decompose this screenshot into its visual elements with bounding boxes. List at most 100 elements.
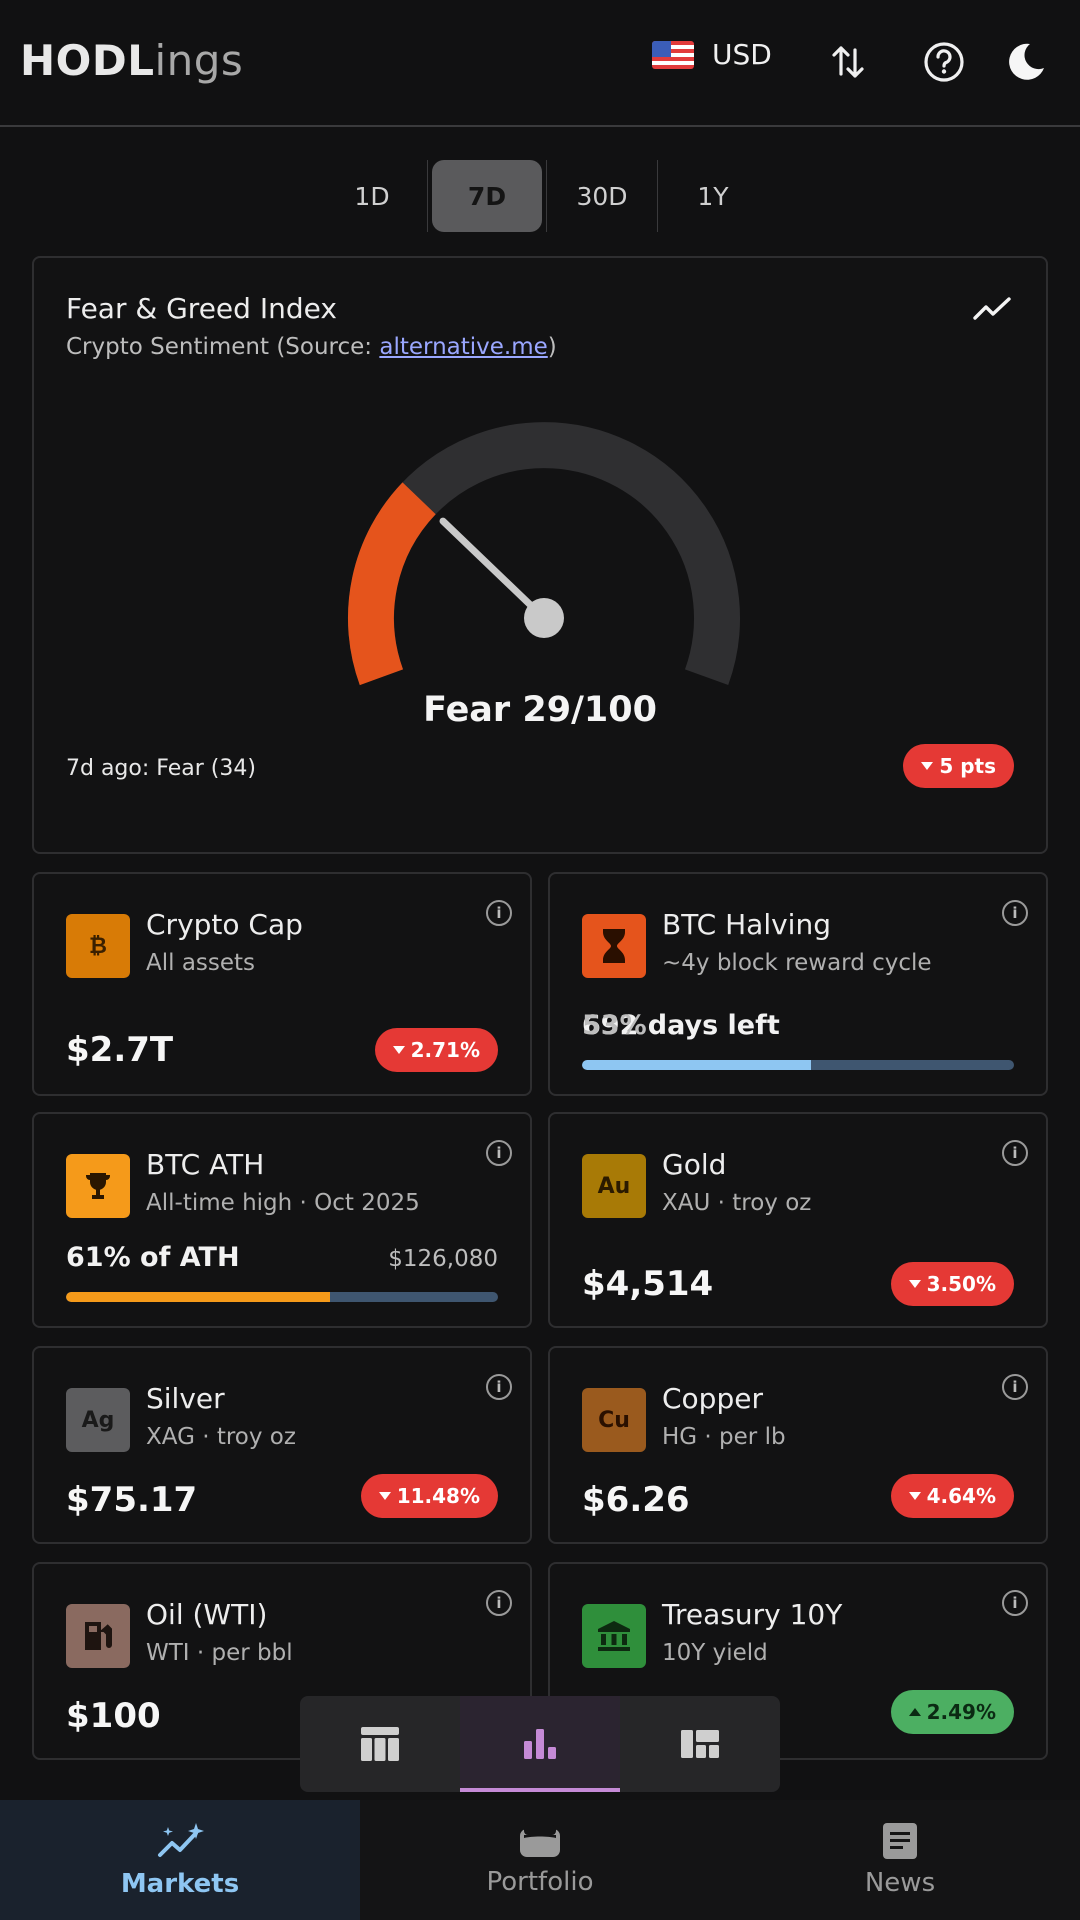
down-triangle-icon — [378, 1492, 391, 1500]
nav-label: Markets — [120, 1869, 240, 1899]
app-logo[interactable]: HODLings — [20, 36, 243, 85]
nav-label: Portfolio — [486, 1867, 594, 1897]
tile-title: Copper — [662, 1382, 763, 1415]
gold-card[interactable]: Au Gold XAU · troy oz i $4,514 3.50% — [548, 1112, 1048, 1328]
change-text: 5 pts — [939, 754, 996, 778]
info-icon[interactable]: i — [486, 900, 512, 926]
fear-greed-card: Fear & Greed Index Crypto Sentiment (Sou… — [32, 256, 1048, 854]
tile-subtitle: XAG · troy oz — [146, 1424, 296, 1450]
tile-title: BTC ATH — [146, 1148, 265, 1181]
nav-portfolio[interactable]: Portfolio — [360, 1800, 720, 1920]
change-text: 3.50% — [926, 1272, 996, 1296]
tile-subtitle: All-time high · Oct 2025 — [146, 1190, 420, 1216]
us-flag-icon — [652, 40, 694, 69]
tile-value: $6.26 — [582, 1480, 690, 1520]
time-range-tabs: 1D 7D 30D 1Y — [317, 160, 768, 232]
markets-sparkle-icon — [158, 1823, 204, 1857]
ath-progress-bar — [66, 1292, 498, 1302]
info-icon[interactable]: i — [486, 1374, 512, 1400]
dark-mode-moon-icon[interactable] — [1004, 40, 1048, 84]
table-view-button[interactable] — [300, 1696, 460, 1792]
chart-view-button[interactable] — [460, 1696, 620, 1792]
nav-news[interactable]: News — [720, 1800, 1080, 1920]
tile-subtitle: All assets — [146, 950, 256, 976]
silver-ag-icon: Ag — [66, 1388, 130, 1452]
fear-greed-value: Fear 29/100 — [423, 690, 657, 730]
logo-light: ings — [154, 36, 244, 85]
tile-subtitle: HG · per lb — [662, 1424, 786, 1450]
tab-30d[interactable]: 30D — [547, 160, 657, 232]
btc-ath-card[interactable]: BTC ATH All-time high · Oct 2025 i 61% o… — [32, 1112, 532, 1328]
nav-label: News — [864, 1868, 936, 1898]
info-icon[interactable]: i — [1002, 1590, 1028, 1616]
bar-chart-icon — [524, 1729, 556, 1759]
subtitle-suffix: ) — [547, 334, 557, 360]
tab-1d[interactable]: 1D — [317, 160, 427, 232]
silver-card[interactable]: Ag Silver XAG · troy oz i $75.17 11.48% — [32, 1346, 532, 1544]
tile-title: Gold — [662, 1148, 727, 1181]
tile-subtitle: XAU · troy oz — [662, 1190, 812, 1216]
tile-value: $4,514 — [582, 1264, 714, 1304]
tile-title: Oil (WTI) — [146, 1598, 268, 1631]
info-icon[interactable]: i — [1002, 900, 1028, 926]
down-triangle-icon — [392, 1046, 405, 1054]
change-badge: 4.64% — [890, 1474, 1014, 1518]
halving-percent: 53% — [582, 1010, 647, 1041]
nav-markets[interactable]: Markets — [0, 1800, 360, 1920]
btc-halving-card[interactable]: BTC Halving ~4y block reward cycle i 692… — [548, 872, 1048, 1096]
down-triangle-icon — [921, 762, 934, 770]
ath-price: $126,080 — [388, 1246, 498, 1272]
change-badge: 11.48% — [360, 1474, 498, 1518]
table-icon — [361, 1727, 399, 1761]
tile-subtitle: WTI · per bbl — [146, 1640, 293, 1666]
tab-7d[interactable]: 7D — [432, 160, 542, 232]
info-icon[interactable]: i — [1002, 1140, 1028, 1166]
sort-arrows-icon[interactable] — [826, 40, 870, 84]
change-text: 4.64% — [926, 1484, 996, 1508]
tile-title: BTC Halving — [662, 908, 831, 941]
news-article-icon — [883, 1823, 917, 1859]
halving-progress-fill — [582, 1060, 811, 1070]
gauge-fill — [348, 482, 437, 686]
app-header: HODLings USD — [0, 0, 1080, 127]
tile-title: Silver — [146, 1382, 225, 1415]
tile-subtitle: ~4y block reward cycle — [662, 950, 932, 976]
gold-au-icon: Au — [582, 1154, 646, 1218]
fuel-pump-icon — [66, 1604, 130, 1668]
change-text: 2.49% — [926, 1700, 996, 1724]
info-icon[interactable]: i — [486, 1590, 512, 1616]
down-triangle-icon — [908, 1492, 921, 1500]
trend-chart-icon[interactable] — [972, 294, 1012, 324]
change-text: 11.48% — [396, 1484, 480, 1508]
tile-value: $100 — [66, 1696, 161, 1736]
view-switcher — [300, 1696, 780, 1792]
source-link[interactable]: alternative.me — [379, 334, 547, 360]
gauge-needle — [439, 517, 548, 622]
info-icon[interactable]: i — [1002, 1374, 1028, 1400]
copper-cu-icon: Cu — [582, 1388, 646, 1452]
halving-progress-bar — [582, 1060, 1014, 1070]
logo-bold: HODL — [20, 36, 155, 85]
gauge-track — [348, 422, 740, 686]
currency-selector[interactable]: USD — [652, 38, 772, 71]
copper-card[interactable]: Cu Copper HG · per lb i $6.26 4.64% — [548, 1346, 1048, 1544]
help-icon[interactable] — [922, 40, 966, 84]
tile-subtitle: 10Y yield — [662, 1640, 768, 1666]
down-triangle-icon — [908, 1280, 921, 1288]
up-triangle-icon — [908, 1708, 921, 1716]
currency-label: USD — [712, 38, 772, 71]
hourglass-icon — [582, 914, 646, 978]
fear-greed-title: Fear & Greed Index — [66, 292, 337, 325]
fear-greed-previous: 7d ago: Fear (34) — [66, 756, 256, 781]
ath-progress-fill — [66, 1292, 330, 1302]
crypto-cap-card[interactable]: ₿ Crypto Cap All assets i $2.7T 2.71% — [32, 872, 532, 1096]
info-icon[interactable]: i — [486, 1140, 512, 1166]
grid-view-button[interactable] — [620, 1696, 780, 1792]
bottom-navigation: Markets Portfolio News — [0, 1800, 1080, 1920]
ath-percent: 61% of ATH — [66, 1242, 240, 1273]
wallet-icon — [520, 1825, 560, 1857]
bitcoin-icon: ₿ — [66, 914, 130, 978]
fear-greed-gauge — [348, 422, 740, 686]
tab-1y[interactable]: 1Y — [658, 160, 768, 232]
gauge-hub — [524, 598, 564, 638]
